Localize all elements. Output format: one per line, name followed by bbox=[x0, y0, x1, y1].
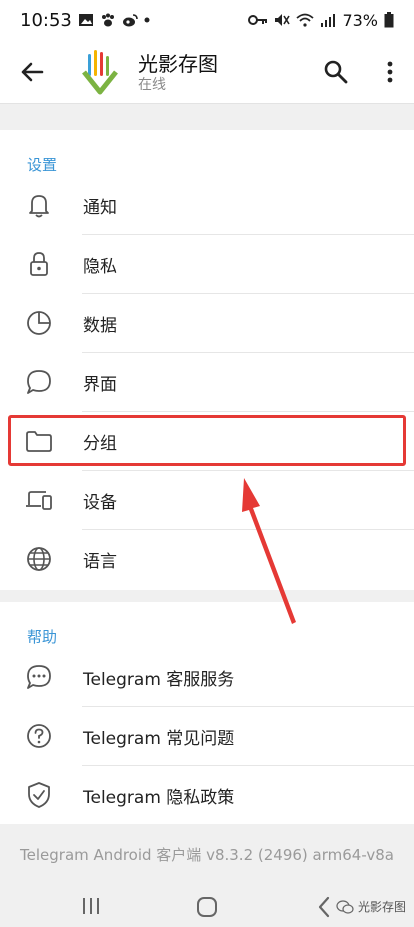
status-right: 73% bbox=[248, 11, 394, 30]
help-section-title: 帮助 bbox=[27, 628, 58, 646]
help-section: 帮助 Telegram 客服服务 Telegram 常见问题 Telegram … bbox=[0, 602, 414, 824]
chat-dots-icon bbox=[27, 665, 51, 689]
settings-item-notifications[interactable]: 通知 bbox=[0, 176, 414, 235]
settings-section: 设置 通知 隐私 数据 界面 分组 设备 语言 bbox=[0, 130, 414, 590]
shield-check-icon bbox=[28, 782, 50, 808]
app-bar: 光影存图 在线 bbox=[0, 40, 414, 104]
settings-item-devices[interactable]: 设备 bbox=[0, 471, 414, 530]
key-icon bbox=[248, 15, 268, 25]
settings-item-privacy[interactable]: 隐私 bbox=[0, 235, 414, 294]
annotation-arrow bbox=[242, 478, 296, 624]
channel-avatar[interactable] bbox=[80, 48, 120, 98]
settings-item-language[interactable]: 语言 bbox=[0, 530, 414, 589]
wechat-icon bbox=[336, 899, 354, 914]
watermark: 光影存图 bbox=[336, 898, 406, 915]
highlight-box bbox=[8, 415, 406, 466]
signal-icon bbox=[321, 14, 336, 27]
channel-title: 光影存图 bbox=[138, 52, 218, 76]
settings-section-title: 设置 bbox=[27, 156, 58, 174]
more-vertical-icon[interactable] bbox=[380, 58, 400, 86]
search-icon[interactable] bbox=[322, 58, 350, 86]
settings-item-label: 通知 bbox=[83, 198, 117, 218]
battery-icon bbox=[384, 12, 394, 28]
help-item-label: Telegram 客服服务 bbox=[83, 670, 235, 690]
lock-icon bbox=[30, 252, 48, 276]
help-item-faq[interactable]: Telegram 常见问题 bbox=[0, 707, 414, 766]
home-icon[interactable] bbox=[196, 896, 218, 918]
image-icon bbox=[78, 14, 93, 26]
dot-icon bbox=[144, 17, 150, 23]
mute-icon bbox=[275, 14, 291, 26]
question-icon bbox=[27, 724, 51, 748]
status-time: 10:53 bbox=[20, 9, 72, 31]
back-arrow-icon[interactable] bbox=[18, 58, 46, 86]
help-item-support[interactable]: Telegram 客服服务 bbox=[0, 648, 414, 707]
status-bar: 10:53 73% bbox=[0, 0, 414, 40]
settings-item-label: 隐私 bbox=[83, 257, 117, 277]
wifi-icon bbox=[296, 13, 315, 27]
settings-item-label: 语言 bbox=[83, 552, 117, 572]
pie-chart-icon bbox=[27, 311, 51, 335]
battery-percent: 73% bbox=[342, 10, 378, 30]
settings-item-label: 界面 bbox=[83, 375, 117, 395]
nav-back-icon[interactable] bbox=[316, 896, 332, 918]
paw-icon bbox=[101, 13, 114, 27]
chat-bubble-icon bbox=[27, 370, 51, 394]
settings-item-label: 设备 bbox=[83, 493, 117, 513]
weibo-icon bbox=[122, 14, 138, 27]
devices-icon bbox=[26, 491, 52, 510]
globe-icon bbox=[27, 547, 51, 571]
settings-item-label: 数据 bbox=[83, 316, 117, 336]
settings-item-data[interactable]: 数据 bbox=[0, 294, 414, 353]
recent-apps-icon[interactable] bbox=[80, 896, 102, 916]
app-version-text: Telegram Android 客户端 v8.3.2 (2496) arm64… bbox=[20, 846, 394, 864]
help-item-label: Telegram 常见问题 bbox=[83, 729, 235, 749]
bell-icon bbox=[29, 195, 49, 218]
channel-status: 在线 bbox=[138, 77, 166, 93]
watermark-text: 光影存图 bbox=[358, 900, 407, 914]
help-item-privacy-policy[interactable]: Telegram 隐私政策 bbox=[0, 766, 414, 825]
help-item-label: Telegram 隐私政策 bbox=[83, 788, 235, 808]
settings-item-interface[interactable]: 界面 bbox=[0, 353, 414, 412]
status-notification-icons bbox=[78, 13, 150, 27]
